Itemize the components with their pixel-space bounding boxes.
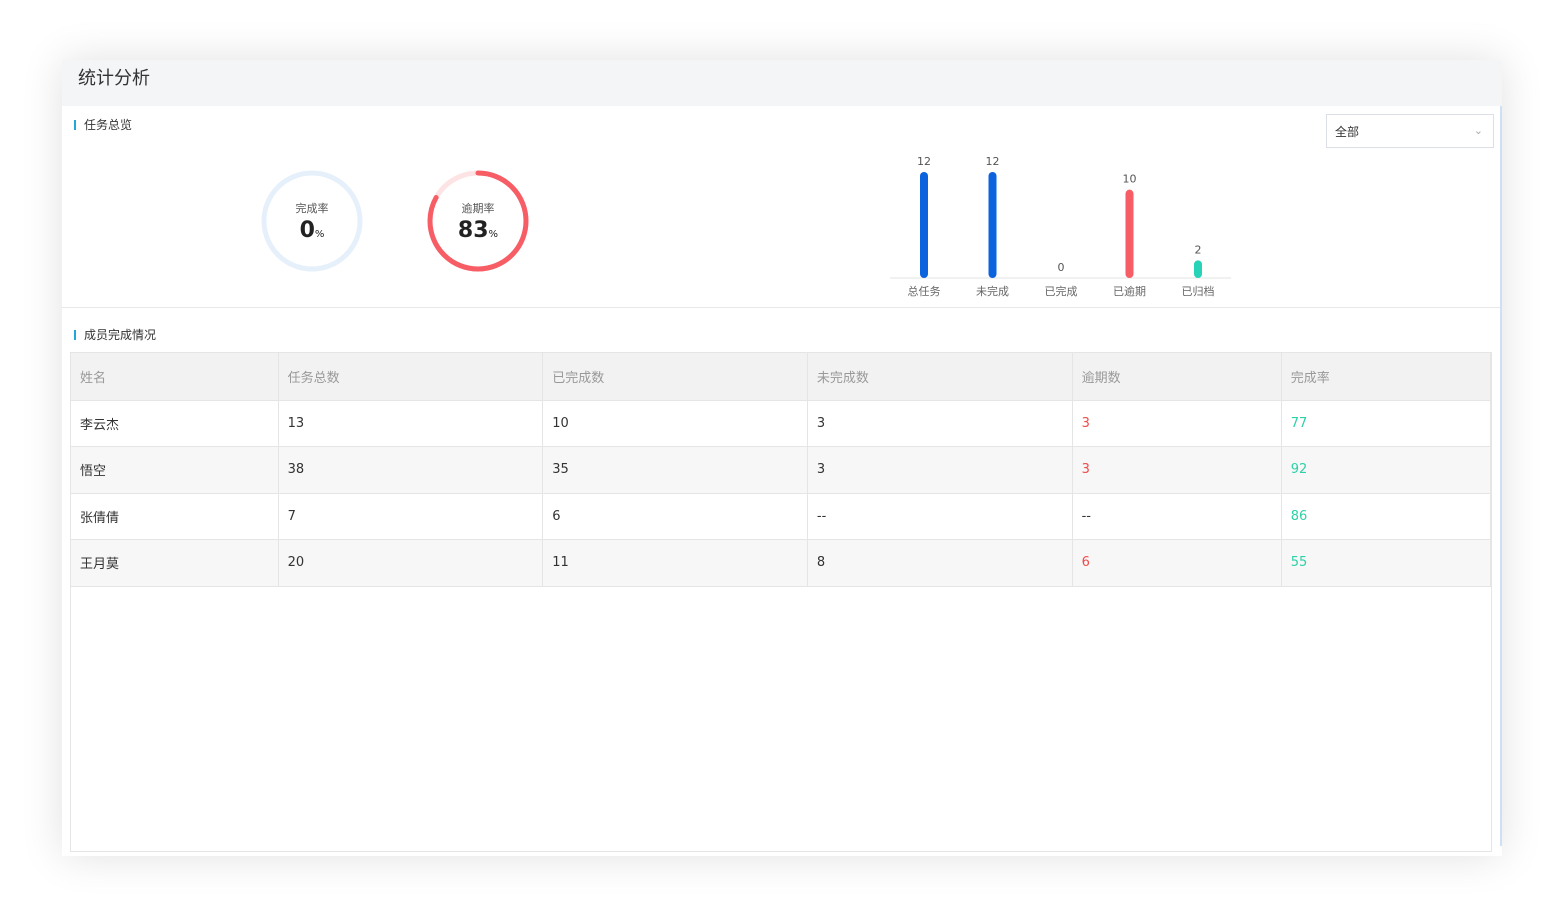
- completion-rate-number: 0: [299, 218, 315, 243]
- scope-filter-value: 全部: [1335, 125, 1360, 139]
- bar-value-label: 12: [917, 155, 931, 168]
- overdue-rate-gauge: 逾期率 83%: [426, 164, 530, 278]
- completion-rate-value: 0%: [260, 218, 364, 243]
- table-row[interactable]: 李云杰 13 10 3 3 77: [71, 400, 1492, 447]
- column-header-name[interactable]: 姓名: [71, 353, 279, 401]
- column-header-undone[interactable]: 未完成数: [807, 353, 1073, 401]
- bar-value-label: 12: [986, 155, 1000, 168]
- cell-rate: 77: [1281, 400, 1492, 447]
- completion-rate-unit: %: [314, 229, 325, 240]
- member-table-container: 姓名 任务总数 已完成数 未完成数 逾期数 完成率 李云杰 13 10 3 3: [70, 352, 1492, 852]
- page-title: 统计分析: [78, 68, 150, 89]
- bar-value-label: 2: [1195, 243, 1202, 256]
- table-row[interactable]: 张倩倩 7 6 -- -- 86: [71, 493, 1492, 540]
- cell-done: 35: [542, 446, 808, 494]
- bar-value-label: 0: [1058, 261, 1065, 274]
- table-header-row: 姓名 任务总数 已完成数 未完成数 逾期数 完成率: [71, 353, 1492, 401]
- completion-rate-label: 完成率: [295, 202, 329, 215]
- bar-value-label: 10: [1123, 173, 1137, 186]
- overdue-rate-unit: %: [488, 229, 499, 240]
- x-tick-label: 总任务: [908, 284, 941, 298]
- task-overview-panel: 任务总览 完成率 0% 逾期率 83% 12 总任务 12 未完成 0 已完成 10 已逾期 2…: [62, 106, 1502, 308]
- cell-name: 李云杰: [71, 400, 279, 447]
- bar-3: [1125, 189, 1134, 278]
- cell-undone: 8: [807, 539, 1073, 587]
- cell-name: 张倩倩: [71, 493, 279, 540]
- x-tick-label: 未完成: [976, 284, 1009, 298]
- cell-rate: 86: [1281, 493, 1492, 540]
- task-bar-chart: 12 总任务 12 未完成 0 已完成 10 已逾期 2 已归档: [890, 155, 1231, 298]
- column-header-overdue[interactable]: 逾期数: [1072, 353, 1282, 401]
- bar-1: [988, 172, 997, 278]
- member-table: 姓名 任务总数 已完成数 未完成数 逾期数 完成率 李云杰 13 10 3 3: [71, 353, 1492, 587]
- scrollbar-track[interactable]: [1500, 106, 1502, 846]
- completion-rate-gauge: 完成率 0%: [260, 164, 364, 278]
- section-title-members: 成员完成情况: [74, 328, 156, 342]
- page-header: 统计分析: [62, 60, 1502, 106]
- overdue-rate-label: 逾期率: [461, 202, 495, 215]
- cell-rate: 92: [1281, 446, 1492, 494]
- x-tick-label: 已逾期: [1113, 284, 1146, 298]
- bar-4: [1194, 260, 1202, 278]
- stats-window: 统计分析 任务总览 完成率 0% 逾期率 83% 12 总任务 12 未完成 0 已完成 1…: [62, 60, 1502, 856]
- cell-undone: 3: [807, 446, 1073, 494]
- cell-undone: 3: [807, 400, 1073, 447]
- cell-done: 6: [542, 493, 808, 540]
- cell-undone: --: [807, 493, 1073, 540]
- cell-overdue: 6: [1072, 539, 1282, 587]
- chevron-down-icon: ⌄: [1473, 124, 1483, 137]
- cell-total: 38: [278, 446, 544, 494]
- cell-overdue: 3: [1072, 400, 1282, 447]
- cell-done: 11: [542, 539, 808, 587]
- table-row[interactable]: 王月莫 20 11 8 6 55: [71, 539, 1492, 587]
- cell-total: 13: [278, 400, 544, 447]
- section-title-overview: 任务总览: [74, 118, 132, 132]
- cell-done: 10: [542, 400, 808, 447]
- cell-name: 悟空: [71, 446, 279, 494]
- overdue-rate-number: 83: [457, 218, 489, 243]
- x-tick-label: 已完成: [1045, 284, 1078, 298]
- cell-total: 20: [278, 539, 544, 587]
- cell-overdue: 3: [1072, 446, 1282, 494]
- cell-name: 王月莫: [71, 539, 279, 587]
- cell-total: 7: [278, 493, 544, 540]
- column-header-done[interactable]: 已完成数: [542, 353, 808, 401]
- member-completion-panel: 成员完成情况 姓名 任务总数 已完成数 未完成数 逾期数 完成率 李云杰 13 …: [62, 318, 1502, 856]
- cell-overdue: --: [1072, 493, 1282, 540]
- column-header-rate[interactable]: 完成率: [1281, 353, 1492, 401]
- column-header-total[interactable]: 任务总数: [278, 353, 544, 401]
- cell-rate: 55: [1281, 539, 1492, 587]
- x-tick-label: 已归档: [1182, 284, 1215, 298]
- bar-0: [920, 172, 928, 278]
- scope-filter-select[interactable]: 全部 ⌄: [1326, 114, 1494, 148]
- overdue-rate-value: 83%: [426, 218, 530, 243]
- table-row[interactable]: 悟空 38 35 3 3 92: [71, 446, 1492, 494]
